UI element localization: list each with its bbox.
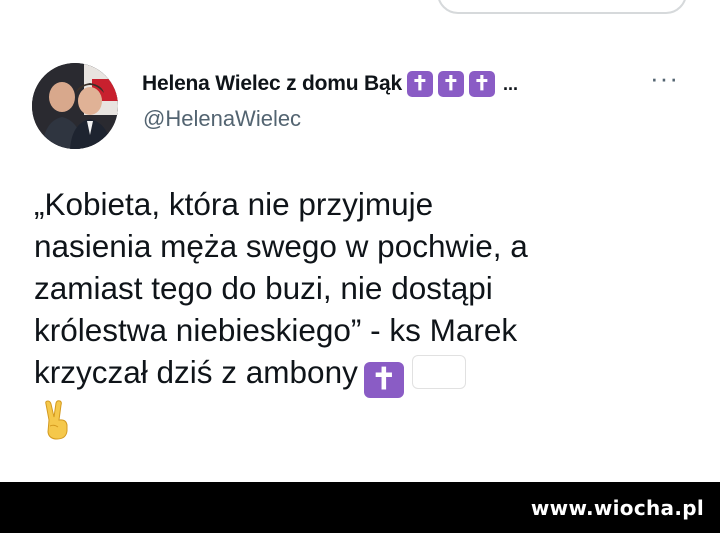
user-handle[interactable]: @HelenaWielec	[143, 106, 301, 132]
cross-badge-icon: ✝	[437, 71, 464, 97]
tweet-text-line: zamiast tego do buzi, nie dostąpi	[34, 270, 493, 306]
display-name[interactable]: Helena Wielec z domu Bąk	[142, 72, 402, 96]
avatar[interactable]	[32, 63, 118, 149]
tweet-last-line: krzyczał dziś z ambony ✝	[34, 351, 714, 398]
tweet-header: Helena Wielec z domu Bąk ✝ ✝ ✝ ...	[142, 66, 518, 102]
tweet-text-line: „Kobieta, która nie przyjmuje	[34, 186, 434, 222]
tweet-text-line: królestwa niebieskiego” - ks Marek	[34, 312, 518, 348]
avatar-photo	[32, 63, 118, 149]
name-truncation: ...	[502, 73, 518, 94]
tweet-text-line: nasienia męża swego w pochwie, a	[34, 228, 528, 264]
cross-emoji-icon: ✝	[363, 362, 404, 398]
top-rounded-element	[437, 0, 687, 14]
more-options-icon[interactable]: ···	[650, 65, 679, 91]
tweet-body: „Kobieta, która nie przyjmuje nasienia m…	[34, 183, 714, 450]
cross-badge-icon: ✝	[406, 71, 433, 97]
tweet-text-line: krzyczał dziś z ambony	[34, 354, 358, 390]
cross-badge-icon: ✝	[468, 71, 495, 97]
watermark: www.wiocha.pl	[530, 496, 704, 520]
poland-flag-icon	[412, 355, 466, 389]
victory-hand-icon	[42, 400, 72, 450]
